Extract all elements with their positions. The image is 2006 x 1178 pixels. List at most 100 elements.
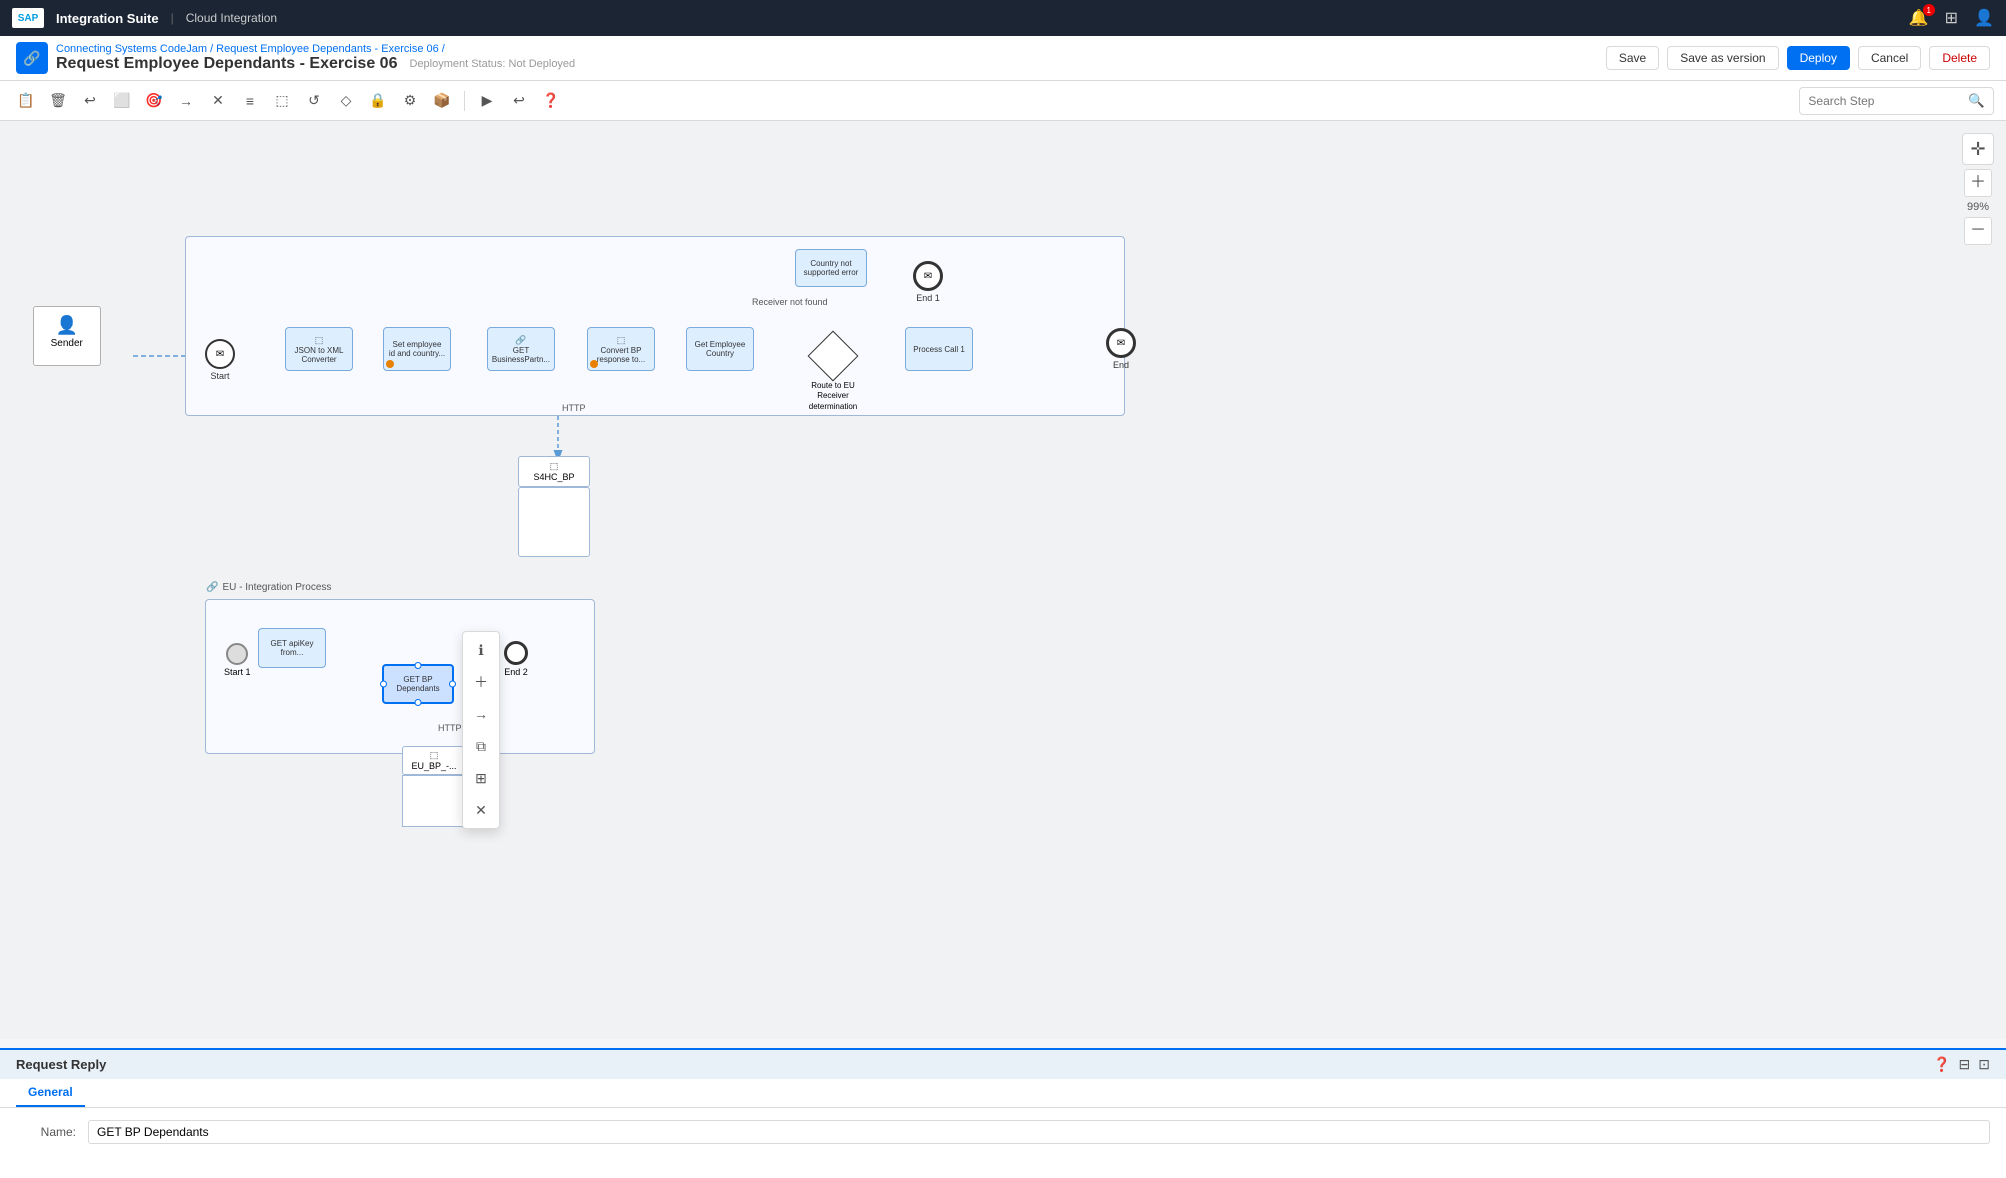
eu-end2-label: End 2 [504, 667, 528, 677]
eu-bp-container [402, 775, 466, 827]
end1-circle[interactable]: ✉ [913, 261, 943, 291]
convert-bp-node[interactable]: ⬚ Convert BPresponse to... [587, 327, 655, 371]
bottom-panel-tabs: General [0, 1079, 2006, 1108]
eu-end2-circle[interactable] [504, 641, 528, 665]
arrow-btn[interactable]: → [172, 87, 200, 115]
replay-btn[interactable]: ↩ [505, 87, 533, 115]
end-label: End [1113, 360, 1129, 370]
sender-icon: 👤 [56, 315, 78, 335]
ctx-info[interactable]: ℹ [465, 634, 497, 666]
notifications-icon[interactable]: 🔔 1 [1909, 8, 1929, 28]
start-circle[interactable]: ✉ [205, 339, 235, 369]
set-employee-warn [386, 360, 394, 368]
toolbar: 📋 🗑 ↩ ⬜ 🎯 → ✕ ≡ ⬚ ↺ ◇ 🔒 ⚙ 📦 ▶ ↩ ❓ 🔍 [0, 81, 2006, 121]
ctx-arrow[interactable]: → [465, 698, 497, 730]
tab-general[interactable]: General [16, 1079, 85, 1107]
undo-btn[interactable]: ↩ [76, 87, 104, 115]
gateway-node[interactable]: Route to EUReceiver determination [793, 331, 873, 412]
eu-bp-label: EU_BP_-... [409, 761, 459, 771]
diamond-btn[interactable]: ◇ [332, 87, 360, 115]
context-menu: ℹ ＋ → ⧉ ⊞ ✕ [462, 631, 500, 829]
sender-node[interactable]: 👤 Sender HTTPS [52, 306, 82, 318]
eu-start1-circle[interactable] [226, 643, 248, 665]
get-bp-node[interactable]: 🔗 GETBusinessPartn... [487, 327, 555, 371]
eu-end2-node[interactable]: End 2 [504, 641, 528, 677]
zoom-out-button[interactable]: － [1964, 217, 1992, 245]
deploy-button[interactable]: Deploy [1787, 46, 1850, 70]
country-error-node[interactable]: Country notsupported error [795, 249, 867, 287]
delete-toolbar-btn[interactable]: 🗑 [44, 87, 72, 115]
pan-control[interactable]: ✛ [1962, 133, 1994, 165]
http-label-eu: HTTP [438, 723, 462, 733]
package-btn[interactable]: 📦 [428, 87, 456, 115]
get-emp-country-node[interactable]: Get EmployeeCountry [686, 327, 754, 371]
cancel-button[interactable]: Cancel [1858, 46, 1921, 70]
eu-bp-box[interactable]: ⬚ EU_BP_-... [402, 746, 466, 775]
main-process-box [185, 236, 1125, 416]
sender-box[interactable]: 👤 Sender [33, 306, 101, 366]
menu-btn[interactable]: ≡ [236, 87, 264, 115]
process-call-box[interactable]: Process Call 1 [905, 327, 973, 371]
ctx-container[interactable]: ⊞ [465, 762, 497, 794]
ctx-add[interactable]: ＋ [465, 666, 497, 698]
set-employee-box[interactable]: Set employeeid and country... [383, 327, 451, 371]
end1-event[interactable]: ✉ End 1 [913, 261, 943, 303]
delete-button[interactable]: Delete [1929, 46, 1990, 70]
gateway-shape[interactable] [808, 331, 858, 381]
header-content: Connecting Systems CodeJam / Request Emp… [56, 43, 1598, 73]
user-icon[interactable]: 👤 [1974, 8, 1994, 28]
remove-btn[interactable]: ✕ [204, 87, 232, 115]
end-icon: ✉ [1117, 338, 1125, 349]
lock-btn[interactable]: 🔒 [364, 87, 392, 115]
get-bp-label: GETBusinessPartn... [492, 346, 550, 364]
help-panel-icon[interactable]: ❓ [1933, 1056, 1950, 1073]
json-xml-box[interactable]: ⬚ JSON to XMLConverter [285, 327, 353, 371]
process-call-label: Process Call 1 [913, 345, 965, 354]
container-btn[interactable]: ⬜ [108, 87, 136, 115]
breadcrumb[interactable]: Connecting Systems CodeJam / Request Emp… [56, 43, 1598, 55]
expand-panel-icon[interactable]: ⊡ [1978, 1056, 1990, 1073]
get-bp-dep-box[interactable]: GET BPDependants [382, 664, 454, 704]
ctx-delete[interactable]: ✕ [465, 794, 497, 826]
handle-top [415, 662, 422, 669]
eu-start1-node[interactable]: Start 1 [224, 643, 251, 677]
search-step-button[interactable]: 🔍 [1960, 88, 1993, 114]
play-btn[interactable]: ▶ [473, 87, 501, 115]
get-apikey-node[interactable]: GET apiKeyfrom... [258, 628, 326, 668]
refresh-btn[interactable]: ↺ [300, 87, 328, 115]
minimize-panel-icon[interactable]: ⊟ [1959, 1056, 1971, 1073]
get-apikey-box[interactable]: GET apiKeyfrom... [258, 628, 326, 668]
get-bp-dep-node[interactable]: GET BPDependants [382, 664, 454, 704]
save-as-version-button[interactable]: Save as version [1667, 46, 1778, 70]
header: 🔗 Connecting Systems CodeJam / Request E… [0, 36, 2006, 81]
settings-btn[interactable]: ⚙ [396, 87, 424, 115]
s4hc-bp-box[interactable]: ⬚ S4HC_BP [518, 456, 590, 487]
toolbar-separator [464, 91, 465, 111]
copy-btn[interactable]: 📋 [12, 87, 40, 115]
app-name: Integration Suite [56, 11, 159, 26]
target-btn[interactable]: 🎯 [140, 87, 168, 115]
get-emp-country-box[interactable]: Get EmployeeCountry [686, 327, 754, 371]
process-call-node[interactable]: Process Call 1 [905, 327, 973, 371]
name-field-label: Name: [16, 1125, 76, 1139]
bottom-panel-header: Request Reply ❓ ⊟ ⊡ [0, 1050, 2006, 1079]
convert-bp-box[interactable]: ⬚ Convert BPresponse to... [587, 327, 655, 371]
expand-btn[interactable]: ⬚ [268, 87, 296, 115]
search-step-input[interactable] [1800, 94, 1960, 108]
set-employee-node[interactable]: Set employeeid and country... [383, 327, 451, 371]
start-event[interactable]: ✉ Start [205, 339, 235, 381]
zoom-in-button[interactable]: ＋ [1964, 169, 1992, 197]
save-button[interactable]: Save [1606, 46, 1659, 70]
help-btn[interactable]: ❓ [537, 87, 565, 115]
grid-icon[interactable]: ⊞ [1945, 8, 1958, 28]
country-error-box[interactable]: Country notsupported error [795, 249, 867, 287]
end-circle[interactable]: ✉ [1106, 328, 1136, 358]
json-xml-node[interactable]: ⬚ JSON to XMLConverter [285, 327, 353, 371]
end-event[interactable]: ✉ End [1106, 328, 1136, 370]
s4hc-bp-node[interactable]: ⬚ S4HC_BP [518, 456, 590, 557]
canvas-area[interactable]: ✛ ＋ 99% － [0, 121, 2006, 1039]
ctx-copy[interactable]: ⧉ [465, 730, 497, 762]
eu-bp-node[interactable]: ⬚ EU_BP_-... [402, 746, 466, 827]
get-bp-box[interactable]: 🔗 GETBusinessPartn... [487, 327, 555, 371]
name-field-input[interactable] [88, 1120, 1990, 1144]
